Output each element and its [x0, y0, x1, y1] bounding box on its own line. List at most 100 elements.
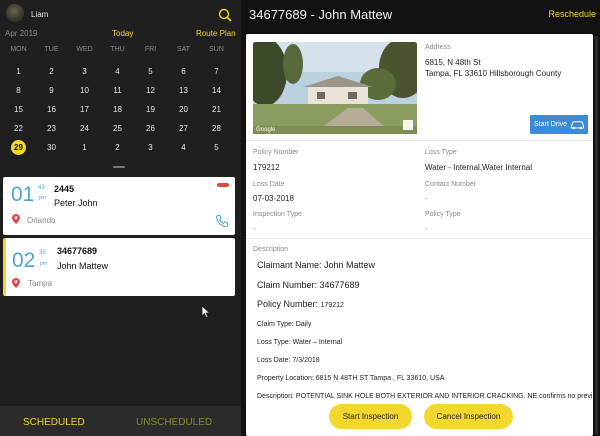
- appointment-city: Orlando: [27, 216, 56, 225]
- calendar-day[interactable]: 19: [134, 104, 167, 116]
- calendar-day[interactable]: 4: [101, 66, 134, 78]
- calendar-day[interactable]: 3: [68, 66, 101, 78]
- calendar-month: Apr 2019: [5, 29, 38, 38]
- calendar-day[interactable]: 16: [35, 104, 68, 116]
- calendar-day[interactable]: 3: [134, 142, 167, 154]
- calendar-day[interactable]: 17: [68, 104, 101, 116]
- description-policy-number: Policy Number: 179212: [257, 299, 344, 309]
- calendar-day[interactable]: 14: [200, 85, 233, 97]
- user-name: Liam: [31, 10, 49, 19]
- calendar-day[interactable]: 2: [101, 142, 134, 154]
- calendar-day[interactable]: 6: [167, 66, 200, 78]
- calendar-week: 1 2 3 4 5 6 7: [0, 66, 241, 85]
- calendar-day[interactable]: 18: [101, 104, 134, 116]
- description-property-location: Property Location: 6815 N 48TH ST Tampa …: [257, 375, 445, 382]
- calendar-day[interactable]: 21: [200, 104, 233, 116]
- selected-day-label: 29: [11, 140, 26, 155]
- loss-type-label: Loss Type: [425, 149, 457, 156]
- status-indicator: [217, 183, 229, 187]
- calendar-day[interactable]: 22: [2, 123, 35, 135]
- weekday-label: SAT: [176, 46, 191, 53]
- appointment-ampm: pm: [40, 261, 47, 267]
- policy-type-label: Policy Type: [425, 211, 461, 218]
- weekday-label: THU: [110, 46, 125, 53]
- calendar-day[interactable]: 12: [134, 85, 167, 97]
- calendar-day[interactable]: 7: [200, 66, 233, 78]
- calendar-day[interactable]: 1: [2, 66, 35, 78]
- calendar-day-selected[interactable]: 29: [2, 140, 35, 155]
- description-policy-value: 179212: [320, 302, 344, 309]
- top-bar: Liam: [0, 0, 241, 26]
- calendar-day[interactable]: 26: [134, 123, 167, 135]
- inspection-detail-sheet: Google Address 6815, N 48th St Tampa, FL…: [246, 34, 593, 436]
- car-icon: [571, 121, 584, 130]
- calendar-day[interactable]: 30: [35, 142, 68, 154]
- calendar-day[interactable]: 9: [35, 85, 68, 97]
- appointment-name: Peter John: [54, 198, 98, 208]
- today-button[interactable]: Today: [112, 29, 133, 38]
- route-plan-button[interactable]: Route Plan: [196, 29, 236, 38]
- appointment-name: John Mattew: [57, 261, 109, 271]
- calendar-day[interactable]: 27: [167, 123, 200, 135]
- location-pin-icon: [12, 214, 20, 224]
- appointment-policy-number: 2445: [54, 184, 75, 194]
- calendar-day[interactable]: 13: [167, 85, 200, 97]
- calendar-day[interactable]: 1: [68, 142, 101, 154]
- calendar-day[interactable]: 28: [200, 123, 233, 135]
- calendar-day[interactable]: 5: [134, 66, 167, 78]
- address-line1: 6815, N 48th St: [425, 58, 481, 67]
- description-claim-type: Claim Type: Daily: [257, 321, 312, 328]
- divider: [246, 140, 593, 141]
- calendar-week: 15 16 17 18 19 20 21: [0, 104, 241, 123]
- calendar-day[interactable]: 5: [200, 142, 233, 154]
- start-drive-label: Start Drive: [534, 121, 568, 128]
- calendar-day[interactable]: 25: [101, 123, 134, 135]
- tab-scheduled[interactable]: SCHEDULED: [23, 417, 85, 428]
- policy-number-label: Policy Number: [253, 149, 299, 156]
- calendar-day[interactable]: 10: [68, 85, 101, 97]
- avatar[interactable]: [6, 4, 24, 22]
- loss-type-value: Water - Internal,Water Internal: [425, 163, 532, 172]
- weekday-label: TUE: [44, 46, 59, 53]
- appointment-card-selected[interactable]: 02 32 pm 34677689 John Mattew Tampa: [3, 238, 235, 296]
- reschedule-button[interactable]: Reschedule: [548, 9, 596, 19]
- weekday-label: WED: [76, 46, 93, 53]
- calendar-day[interactable]: 20: [167, 104, 200, 116]
- search-icon[interactable]: [218, 8, 232, 22]
- loss-date-value: 07-03-2018: [253, 194, 294, 203]
- appointment-hour: 02: [12, 249, 36, 272]
- description-policy-prefix: Policy Number:: [257, 299, 321, 309]
- calendar-collapse-handle[interactable]: [113, 166, 125, 168]
- start-drive-button[interactable]: Start Drive: [530, 115, 588, 134]
- start-inspection-button[interactable]: Start Inspection: [329, 404, 412, 429]
- calendar-header: Apr 2019 Today Route Plan: [0, 29, 241, 41]
- description-claim-number: Claim Number: 34677689: [257, 280, 360, 290]
- calendar-day[interactable]: 4: [167, 142, 200, 154]
- page-title: 34677689 - John Mattew: [249, 7, 393, 22]
- detail-scrollbar[interactable]: [595, 36, 598, 434]
- inspection-type-label: Inspection Type: [253, 211, 302, 218]
- policy-type-value: -: [425, 224, 428, 233]
- location-pin-icon: [12, 278, 20, 288]
- calendar-day[interactable]: 24: [68, 123, 101, 135]
- cancel-inspection-button[interactable]: Cancel Inspection: [424, 404, 513, 429]
- calendar-grid: 1 2 3 4 5 6 7 8 9 10 11 12 13 14 15 16 1…: [0, 66, 241, 161]
- address-line2: Tampa, FL 33610 Hillsborough County: [425, 69, 562, 78]
- contact-number-value: -: [425, 194, 428, 203]
- appointment-card[interactable]: 01 43 pm 2445 Peter John Orlando: [3, 177, 235, 235]
- description-loss-type: Loss Type: Water – Internal: [257, 339, 343, 346]
- divider: [246, 238, 593, 239]
- calendar-day[interactable]: 11: [101, 85, 134, 97]
- description-claimant-name: Claimant Name: John Mattew: [257, 260, 376, 270]
- tab-unscheduled[interactable]: UNSCHEDULED: [136, 417, 212, 428]
- contact-number-label: Contact Number: [425, 181, 476, 188]
- inspection-type-value: -: [253, 224, 256, 233]
- appointment-minutes: 43: [38, 185, 45, 191]
- calendar-day[interactable]: 2: [35, 66, 68, 78]
- phone-icon[interactable]: [215, 214, 229, 228]
- description-label: Description: [253, 246, 289, 253]
- calendar-day[interactable]: 23: [35, 123, 68, 135]
- appointment-city: Tampa: [28, 279, 53, 288]
- calendar-day[interactable]: 8: [2, 85, 35, 97]
- calendar-day[interactable]: 15: [2, 104, 35, 116]
